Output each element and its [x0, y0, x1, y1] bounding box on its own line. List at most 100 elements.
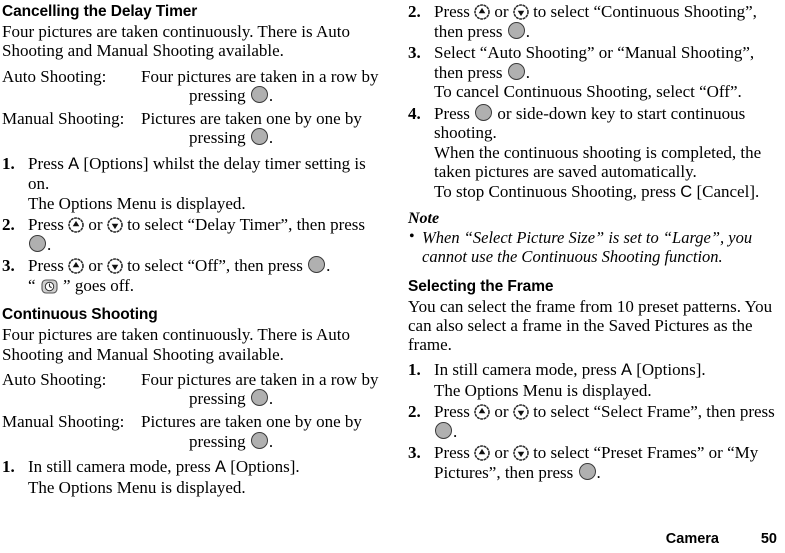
step-number: 1. — [2, 153, 15, 173]
step-item: 4. Press or side-down key to start contin… — [408, 103, 779, 203]
step-text-mid: or — [494, 443, 509, 463]
section-intro-selecting-the-frame: You can select the frame from 10 preset … — [408, 296, 773, 355]
step-subtext: To cancel Continuous Shooting, select “O… — [434, 82, 742, 101]
right-column: 2. Press or to select “Continuous Shootin… — [393, 0, 785, 553]
step-text-mid: or — [494, 402, 509, 422]
step-number: 3. — [408, 43, 421, 62]
navigation-up-key-icon — [474, 445, 490, 462]
definition-line-2-text: pressing — [189, 389, 246, 409]
definition-line-2-suffix: . — [268, 85, 274, 105]
step-text-before: Press — [434, 2, 470, 21]
step-number: 1. — [408, 360, 421, 380]
navigation-down-key-icon — [513, 404, 529, 421]
definition-term: Auto Shooting: — [2, 66, 107, 86]
footer-page-number: 50 — [760, 531, 777, 547]
definition-line-2: pressing . — [141, 431, 381, 451]
step-number: 3. — [2, 256, 15, 276]
step-subtext-1: When the continuous shooting is complete… — [434, 142, 762, 182]
step-item: 1. Press A [Options] whilst the delay tim… — [2, 154, 381, 214]
definition-line-2-text: pressing — [189, 85, 246, 105]
note-item: • When “Select Picture Size” is set to “L… — [408, 228, 779, 267]
step-text-before: Press — [28, 215, 64, 235]
step-item: 3. Press or to select “Preset Frames” or … — [408, 443, 779, 482]
center-select-key-icon — [435, 421, 452, 439]
step-text-end: . — [525, 62, 530, 82]
section-intro-continuous-shooting: Four pictures are taken continuously. Th… — [2, 325, 350, 364]
step-text-before: Press — [434, 443, 470, 463]
definition-row: Auto Shooting: Four pictures are taken i… — [2, 370, 381, 409]
definition-description: Pictures are taken one by one by pressing… — [141, 109, 381, 148]
definition-line-2: pressing . — [141, 389, 381, 408]
definition-line-2-suffix: . — [268, 431, 274, 451]
note-list: • When “Select Picture Size” is set to “L… — [408, 228, 779, 267]
softkey-c-label: C — [680, 182, 693, 201]
softkey-a-label: A — [214, 458, 226, 477]
step-text-end: . — [525, 21, 530, 41]
step-item: 1. In still camera mode, press A [Options… — [2, 457, 381, 497]
navigation-up-key-icon — [474, 4, 490, 20]
definition-list-delay-timer: Auto Shooting: Four pictures are taken i… — [2, 67, 381, 148]
center-select-key-icon — [250, 128, 268, 146]
step-text-end: . — [326, 256, 331, 276]
section-heading-continuous-shooting: Continuous Shooting — [2, 306, 158, 324]
two-column-layout: Cancelling the Delay Timer Four pictures… — [0, 0, 785, 553]
definition-description: Four pictures are taken in a row by press… — [141, 370, 381, 409]
section-intro-cancelling-delay-timer: Four pictures are taken continuously. Th… — [2, 22, 350, 61]
step-text-before: Press — [28, 153, 64, 173]
definition-description: Four pictures are taken in a row by press… — [141, 67, 381, 106]
definition-line-1: Four pictures are taken in a row by — [141, 369, 379, 389]
step-list-continuous-shooting: 1. In still camera mode, press A [Options… — [2, 457, 381, 497]
step-text-mid: or — [494, 2, 509, 21]
navigation-down-key-icon — [107, 217, 123, 234]
step-list-continuous-shooting-continued: 2. Press or to select “Continuous Shootin… — [408, 2, 779, 202]
step-text-after: [Options] whilst the delay timer setting… — [28, 153, 366, 194]
step-text-after: [Options]. — [636, 360, 706, 380]
step-item: 2. Press or to select “Select Frame”, the… — [408, 402, 779, 441]
navigation-up-key-icon — [68, 217, 84, 234]
step-item: 2. Press or to select “Continuous Shootin… — [408, 2, 779, 41]
step-list-cancelling-delay-timer: 1. Press A [Options] whilst the delay tim… — [2, 154, 381, 296]
center-select-key-icon — [507, 62, 525, 80]
step-text-before: Press — [434, 103, 470, 123]
section-heading-selecting-the-frame: Selecting the Frame — [408, 277, 554, 295]
definition-description: Pictures are taken one by one by pressing… — [141, 412, 381, 451]
note-item-text: When “Select Picture Size” is set to “La… — [422, 228, 753, 267]
step-text-end: . — [453, 421, 458, 441]
definition-term: Manual Shooting: — [2, 412, 125, 432]
step-subtext: The Options Menu is displayed. — [434, 380, 652, 400]
step-number: 2. — [408, 402, 421, 422]
step-text-before: Press — [28, 256, 64, 276]
step-item: 1. In still camera mode, press A [Options… — [408, 360, 779, 400]
manual-page: Cancelling the Delay Timer Four pictures… — [0, 0, 785, 553]
navigation-down-key-icon — [513, 445, 529, 462]
step-subtext: The Options Menu is displayed. — [28, 193, 246, 213]
bullet-icon: • — [409, 228, 415, 245]
definition-term: Manual Shooting: — [2, 109, 125, 129]
quote-close-text: ” goes off. — [63, 275, 135, 295]
definition-line-2: pressing . — [141, 128, 381, 147]
softkey-a-label: A — [68, 154, 80, 173]
step-text-before: In still camera mode, press — [28, 457, 211, 477]
center-select-key-icon — [578, 462, 596, 480]
center-select-key-icon — [308, 256, 326, 274]
step-text-end: . — [596, 462, 601, 482]
definition-line-1: Pictures are taken one by one by — [141, 109, 362, 129]
step-text-mid: or — [88, 256, 103, 276]
step-subtext-2: To stop Continuous Shooting, press C [Ca… — [434, 182, 779, 203]
step-text-before: Select “Auto Shooting” or “Manual Shooti… — [434, 43, 755, 82]
footer-section-label: Camera — [665, 531, 719, 547]
step-list-selecting-the-frame: 1. In still camera mode, press A [Options… — [408, 360, 779, 482]
step-text-before: Press — [434, 402, 470, 422]
page-footer: Camera 50 — [666, 531, 777, 547]
delay-timer-icon — [41, 279, 58, 294]
navigation-up-key-icon — [474, 404, 490, 421]
step-number: 4. — [408, 103, 421, 123]
step-text-before: In still camera mode, press — [434, 360, 617, 380]
section-heading-cancelling-delay-timer: Cancelling the Delay Timer — [2, 3, 198, 20]
step-text-end: . — [47, 234, 52, 254]
step-text-after: [Options]. — [230, 457, 300, 477]
definition-line-1: Four pictures are taken in a row by — [141, 66, 379, 86]
definition-row: Manual Shooting: Pictures are taken one … — [2, 109, 381, 148]
note-heading: Note — [408, 210, 440, 227]
center-select-key-icon — [507, 21, 525, 39]
